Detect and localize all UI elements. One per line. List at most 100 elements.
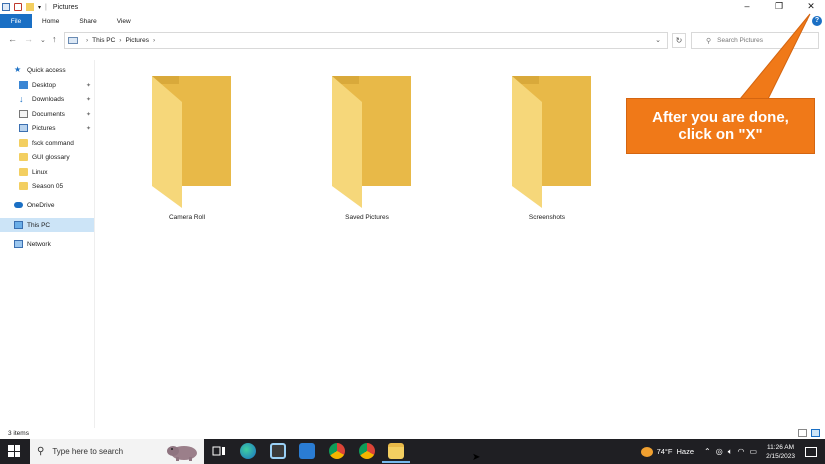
nav-item-fsck-command[interactable]: fsck command bbox=[19, 136, 94, 150]
breadcrumb-chevron-icon[interactable]: › bbox=[153, 37, 155, 44]
folder-tile[interactable]: Screenshots bbox=[482, 74, 612, 221]
title-separator: | bbox=[45, 3, 47, 11]
star-icon: ★ bbox=[14, 65, 22, 74]
weather-haze-icon bbox=[640, 446, 653, 457]
download-icon: ↓ bbox=[19, 94, 24, 104]
wifi-icon[interactable]: ◠ bbox=[738, 447, 745, 456]
pin-icon: ✦ bbox=[85, 82, 91, 89]
nav-label: GUI glossary bbox=[32, 153, 70, 161]
recent-locations-icon[interactable]: ⌄ bbox=[40, 36, 46, 44]
edge-icon[interactable] bbox=[240, 443, 256, 459]
folder-icon bbox=[332, 76, 411, 208]
address-row: ← → ⌄ ↑ › This PC › Pictures › ⌄ ↻ ⚲ Sea… bbox=[0, 31, 825, 50]
store-icon[interactable] bbox=[270, 443, 286, 459]
tab-share[interactable]: Share bbox=[69, 14, 106, 28]
search-icon: ⚲ bbox=[37, 446, 45, 457]
weather-desc: Haze bbox=[676, 447, 695, 456]
nav-item-linux[interactable]: Linux bbox=[19, 165, 94, 179]
nav-item-documents[interactable]: Documents ✦ bbox=[19, 107, 94, 121]
minimize-button[interactable]: – bbox=[741, 1, 753, 12]
restore-button[interactable]: ❐ bbox=[773, 1, 785, 12]
weather-widget[interactable]: 74°F Haze bbox=[640, 446, 695, 457]
taskbar-search-input[interactable]: ⚲ Type here to search bbox=[30, 439, 204, 464]
search-input[interactable]: ⚲ Search Pictures bbox=[691, 32, 819, 49]
refresh-icon[interactable]: ↻ bbox=[672, 33, 686, 48]
nav-item-onedrive[interactable]: OneDrive bbox=[14, 198, 94, 212]
breadcrumb-this-pc[interactable]: This PC bbox=[92, 37, 115, 44]
network-icon bbox=[14, 240, 23, 248]
callout-line-2: click on "X" bbox=[678, 126, 763, 143]
folder-name: Saved Pictures bbox=[345, 214, 389, 221]
folder-name: Screenshots bbox=[528, 214, 566, 221]
instruction-callout: After you are done, click on "X" bbox=[626, 98, 815, 154]
nav-label: fsck command bbox=[32, 139, 74, 147]
start-button[interactable] bbox=[8, 445, 20, 457]
mail-icon[interactable] bbox=[299, 443, 315, 459]
weather-temp: 74°F bbox=[656, 447, 673, 456]
details-view-icon[interactable] bbox=[798, 429, 807, 437]
chrome-icon[interactable] bbox=[329, 443, 345, 459]
nav-item-desktop[interactable]: Desktop ✦ bbox=[19, 78, 94, 92]
nav-item-quick-access[interactable]: ★ Quick access bbox=[14, 63, 108, 77]
folder-icon bbox=[19, 182, 28, 190]
cloud-sync-icon[interactable]: ◎ bbox=[716, 447, 723, 456]
nav-item-this-pc[interactable]: This PC bbox=[0, 218, 94, 232]
nav-item-pictures[interactable]: Pictures ✦ bbox=[19, 121, 94, 135]
close-button[interactable]: ✕ bbox=[805, 1, 817, 12]
properties-icon[interactable] bbox=[14, 3, 22, 11]
show-hidden-icons-icon[interactable]: ⌃ bbox=[704, 447, 711, 456]
task-view-icon[interactable] bbox=[211, 443, 227, 459]
pin-icon: ✦ bbox=[85, 111, 91, 118]
clock[interactable]: 11:26 AM 2/15/2023 bbox=[766, 443, 795, 461]
taskbar-search-placeholder: Type here to search bbox=[52, 447, 124, 456]
tab-home[interactable]: Home bbox=[32, 14, 69, 28]
window-icon bbox=[2, 3, 10, 11]
nav-label: Documents bbox=[32, 110, 65, 118]
item-count: 3 items bbox=[8, 430, 29, 437]
window-title: Pictures bbox=[52, 3, 79, 11]
back-arrow-icon[interactable]: ← bbox=[8, 34, 17, 44]
breadcrumb-chevron-icon[interactable]: › bbox=[119, 37, 121, 44]
power-icon[interactable]: ▭ bbox=[750, 447, 758, 456]
folder-tile[interactable]: Camera Roll bbox=[122, 74, 252, 221]
customize-toolbar-icon[interactable]: ▾ bbox=[38, 4, 41, 11]
folder-icon bbox=[512, 76, 591, 208]
nav-label: Linux bbox=[32, 168, 48, 176]
nav-label: OneDrive bbox=[27, 201, 55, 209]
nav-item-network[interactable]: Network bbox=[14, 237, 94, 251]
volume-icon[interactable]: 🔈︎ bbox=[728, 447, 733, 457]
status-bar: 3 items bbox=[0, 428, 825, 439]
nav-label: Season 05 bbox=[32, 182, 64, 190]
pin-icon: ✦ bbox=[85, 125, 91, 132]
nav-item-downloads[interactable]: ↓ Downloads ✦ bbox=[19, 92, 94, 106]
help-icon[interactable]: ? bbox=[812, 16, 822, 26]
taskbar: ⚲ Type here to search 74°F Haze ⌃ ◎ 🔈︎ ◠… bbox=[0, 439, 825, 464]
tab-file[interactable]: File bbox=[0, 14, 32, 28]
address-bar[interactable]: › This PC › Pictures › ⌄ bbox=[64, 32, 668, 49]
folder-icon bbox=[19, 168, 28, 176]
folder-tile[interactable]: Saved Pictures bbox=[302, 74, 432, 221]
nav-item-season-05[interactable]: Season 05 bbox=[19, 179, 94, 193]
ribbon-tabs: File Home Share View ⌄ ? bbox=[0, 14, 825, 28]
breadcrumb-chevron-icon[interactable]: › bbox=[86, 37, 88, 44]
file-explorer-icon[interactable] bbox=[382, 443, 410, 463]
forward-arrow-icon[interactable]: → bbox=[24, 34, 33, 44]
nav-item-gui-glossary[interactable]: GUI glossary bbox=[19, 150, 94, 164]
cloud-icon bbox=[14, 202, 23, 208]
large-icons-view-icon[interactable] bbox=[811, 429, 820, 437]
nav-label: Network bbox=[27, 240, 51, 248]
tab-view[interactable]: View bbox=[107, 14, 141, 28]
address-dropdown-icon[interactable]: ⌄ bbox=[655, 36, 661, 44]
new-folder-icon[interactable] bbox=[26, 3, 34, 11]
breadcrumb-pictures[interactable]: Pictures bbox=[125, 37, 148, 44]
folder-icon bbox=[19, 139, 28, 147]
clock-time: 11:26 AM bbox=[767, 443, 795, 451]
chrome-profile-icon[interactable] bbox=[359, 443, 375, 459]
folder-name: Camera Roll bbox=[168, 214, 206, 221]
nav-label: Quick access bbox=[27, 66, 66, 74]
expand-ribbon-icon[interactable]: ⌄ bbox=[803, 16, 809, 24]
callout-arrow bbox=[738, 13, 811, 100]
desktop-icon bbox=[19, 81, 28, 89]
up-arrow-icon[interactable]: ↑ bbox=[52, 34, 57, 44]
notifications-icon[interactable] bbox=[805, 446, 817, 457]
